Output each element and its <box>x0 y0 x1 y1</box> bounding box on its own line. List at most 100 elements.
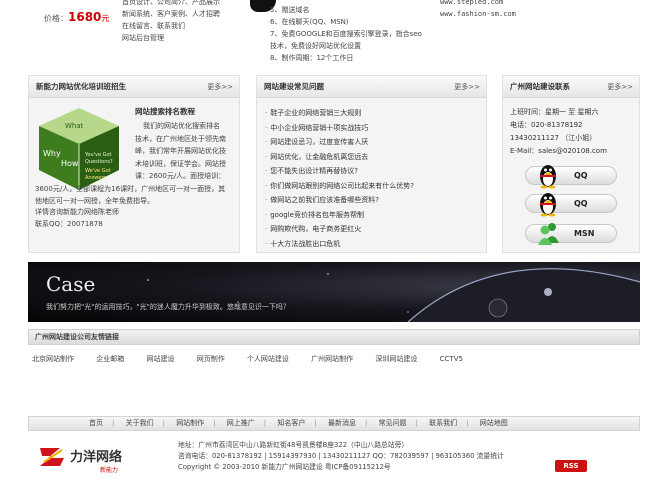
qq-button[interactable]: QQ <box>525 165 617 189</box>
case-subtitle: 我们努力把"光"的运用技巧，"光"的迷人魔力升华到极致。悠哉意见识一下吗？ <box>46 303 290 311</box>
footer-info: 地址：广州市荔湾区中山八路新虹街48号凯景楼B座322（中山八路总站旁） 咨询电… <box>178 440 504 473</box>
more-link[interactable]: 更多>> <box>454 76 480 98</box>
space-planet-graphic <box>147 268 640 322</box>
feature-line: 新闻系统、客户案例、人才招聘 <box>122 10 220 18</box>
panel-title: 新能力网站优化培训班招生 <box>36 82 126 91</box>
panel-header: 网站建设常见问题 更多>> <box>257 76 486 98</box>
qq-penguin-icon <box>540 193 556 217</box>
footer-nav-sitemap[interactable]: 网站地图 <box>480 419 508 427</box>
footer-nav-web-design[interactable]: 网站制作 <box>176 419 204 427</box>
price: 价格：1680元 <box>44 10 109 24</box>
training-line: 技术，在广州地区处于领先南 <box>135 134 226 143</box>
price-value: 1680 <box>68 10 102 24</box>
contact-panel: 广州网站建设联系 更多>> 上班时间：星期一 至 星期六 电话：020-8137… <box>502 75 640 253</box>
friend-link[interactable]: 网页制作 <box>197 355 225 363</box>
seo-training-panel: 新能力网站优化培训班招生 更多>> What Why How You've Go… <box>28 75 240 253</box>
footer-nav-about[interactable]: 关于我们 <box>126 419 154 427</box>
feature-line: 网站后台管理 <box>122 34 164 42</box>
panel-header: 广州网站建设联系 更多>> <box>503 76 639 98</box>
nav-separator: | <box>314 419 317 427</box>
price-label: 价格： <box>44 14 68 23</box>
training-body: 我们的网站优化搜索排名 技术，在广州地区处于领先南 峰，我们常年开展网站优化技 … <box>35 120 239 208</box>
training-line: 峰，我们常年开展网站优化技 <box>135 147 226 155</box>
friend-link[interactable]: 网站建设 <box>146 355 174 363</box>
faq-item[interactable]: 中小企业网络营销十项实战技巧 <box>265 121 414 136</box>
faq-item[interactable]: 做网站之前我们应该准备哪些资料? <box>265 193 414 208</box>
faq-list: 鞋子企业的网络营销三大规则 中小企业网络营销十项实战技巧 网站建设忌习，过度宣传… <box>265 106 414 251</box>
qq-button-2[interactable]: QQ <box>525 193 617 217</box>
mobile: 13430211127 （江小姐） <box>510 134 597 142</box>
case-title: Case <box>46 272 96 296</box>
footer-nav-clients[interactable]: 知名客户 <box>277 419 305 427</box>
footer-nav: 首页 | 关于我们 | 网站制作 | 网上推广 | 知名客户 | 最新消息 | 常见问题 | … <box>28 416 640 431</box>
nav-separator: | <box>112 419 115 427</box>
training-line: 3600元/人，全部课程为16课时，广州地区可一对一面授，其 <box>35 184 226 193</box>
qq-label: QQ <box>574 199 588 208</box>
faq-item[interactable]: 网站建设忌习，过度宣传害人厌 <box>265 135 414 150</box>
nav-separator: | <box>213 419 216 427</box>
footer-nav-news[interactable]: 最新消息 <box>328 419 356 427</box>
training-contact: 详情咨询新能力网络陈老师 联系QQ：20071878 <box>35 206 119 230</box>
feature-line: 首页设计、公司简介、产品展示 <box>122 0 220 6</box>
msn-buddy-icon <box>538 223 559 245</box>
friend-link[interactable]: CCTV5 <box>440 355 463 363</box>
feature-line: 在线留言、联系我们 <box>122 22 185 30</box>
footer-nav-contact[interactable]: 联系我们 <box>429 419 457 427</box>
company-logo-text: 力洋网络 <box>70 450 123 465</box>
case-site-link[interactable]: www.stepled.com <box>440 0 516 8</box>
package-services: 5、赠送域名 6、在线聊天(QQ、MSN) 7、免费GOOGLE和百度搜索引擎登… <box>270 4 422 64</box>
faq-item[interactable]: google竞价排名包年服务帮制 <box>265 208 414 223</box>
training-qq: 联系QQ：20071878 <box>35 220 103 228</box>
case-banner[interactable]: Case 我们努力把"光"的运用技巧，"光"的迷人魔力升华到极致。悠哉意见识一下… <box>28 262 640 322</box>
faq-item[interactable]: 鞋子企业的网络营销三大规则 <box>265 106 414 121</box>
training-heading[interactable]: 网站搜索排名教程 <box>135 106 195 117</box>
friend-link[interactable]: 个人网站建设 <box>247 355 289 363</box>
office-hours: 上班时间：星期一 至 星期六 <box>510 108 599 116</box>
nav-separator: | <box>364 419 368 427</box>
rss-button[interactable]: RSS <box>555 460 587 472</box>
panel-header: 新能力网站优化培训班招生 更多>> <box>29 76 239 98</box>
friend-link[interactable]: 企业邮箱 <box>96 355 124 363</box>
msn-label: MSN <box>574 229 595 238</box>
friend-link[interactable]: 深圳网站建设 <box>375 355 417 363</box>
nav-separator: | <box>466 419 469 427</box>
friend-links-title: 广州网站建设公司友情链接 <box>28 329 640 345</box>
qq-penguin-icon <box>540 165 556 189</box>
qq-label: QQ <box>574 171 588 180</box>
faq-item[interactable]: 你们做网站跟别的网络公司比起来有什么优势? <box>265 179 414 194</box>
company-logo-icon <box>40 448 64 466</box>
faq-item[interactable]: 网站优化，让金融危机离您远去 <box>265 150 414 165</box>
package-features: 首页设计、公司简介、产品展示 新闻系统、客户案例、人才招聘 在线留言、联系我们 … <box>122 0 220 44</box>
msn-button[interactable]: MSN <box>525 223 617 245</box>
friend-link[interactable]: 广州网站制作 <box>311 355 353 363</box>
service-line: 8、制作周期：12个工作日 <box>270 54 354 62</box>
faq-item[interactable]: 您不能失出设计精再替协议? <box>265 164 414 179</box>
email[interactable]: E-Mail：sales@020108.com <box>510 145 607 158</box>
contact-info: 上班时间：星期一 至 星期六 电话：020-81378192 134302111… <box>510 106 607 158</box>
nav-separator: | <box>263 419 267 427</box>
top-strip: 价格：1680元 首页设计、公司简介、产品展示 新闻系统、客户案例、人才招聘 在… <box>0 0 663 68</box>
service-line: 7、免费GOOGLE和百度搜索引擎登录，指合seo <box>270 30 422 38</box>
footer-copyright: Copyright © 2003-2010 新能力广州网站建设 粤ICP备091… <box>178 463 391 471</box>
nav-separator: | <box>162 419 165 427</box>
case-sites: www.stepled.com www.fashion-sm.com <box>440 0 516 20</box>
service-line: 技术，免费设好网站优化设置 <box>270 42 361 50</box>
footer-phones: 咨询电话：020-81378192 | 15914397930 | 134302… <box>178 452 504 460</box>
faq-item[interactable]: 十大方法战胜出口危机 <box>265 237 414 252</box>
company-logo-tagline: 新能力 <box>100 467 119 474</box>
footer-nav-promotion[interactable]: 网上推广 <box>227 419 255 427</box>
faq-panel: 网站建设常见问题 更多>> 鞋子企业的网络营销三大规则 中小企业网络营销十项实战… <box>256 75 487 253</box>
faq-item[interactable]: 网购欺代购，电子商务更红火 <box>265 222 414 237</box>
phone: 电话：020-81378192 <box>510 121 583 129</box>
service-line: 5、赠送域名 <box>270 6 310 14</box>
friend-link[interactable]: 北京网站制作 <box>32 355 74 363</box>
footer-address: 地址：广州市荔湾区中山八路新虹街48号凯景楼B座322（中山八路总站旁） <box>178 441 409 449</box>
case-site-link[interactable]: www.fashion-sm.com <box>440 8 516 20</box>
footer-nav-faq[interactable]: 常见问题 <box>379 419 407 427</box>
more-link[interactable]: 更多>> <box>207 76 233 98</box>
service-line: 6、在线聊天(QQ、MSN) <box>270 18 349 26</box>
panel-title: 广州网站建设联系 <box>510 82 570 91</box>
more-link[interactable]: 更多>> <box>607 76 633 98</box>
training-line: 术培训班，保证学会。网站授 <box>135 159 226 168</box>
footer-nav-home[interactable]: 首页 <box>89 419 103 427</box>
